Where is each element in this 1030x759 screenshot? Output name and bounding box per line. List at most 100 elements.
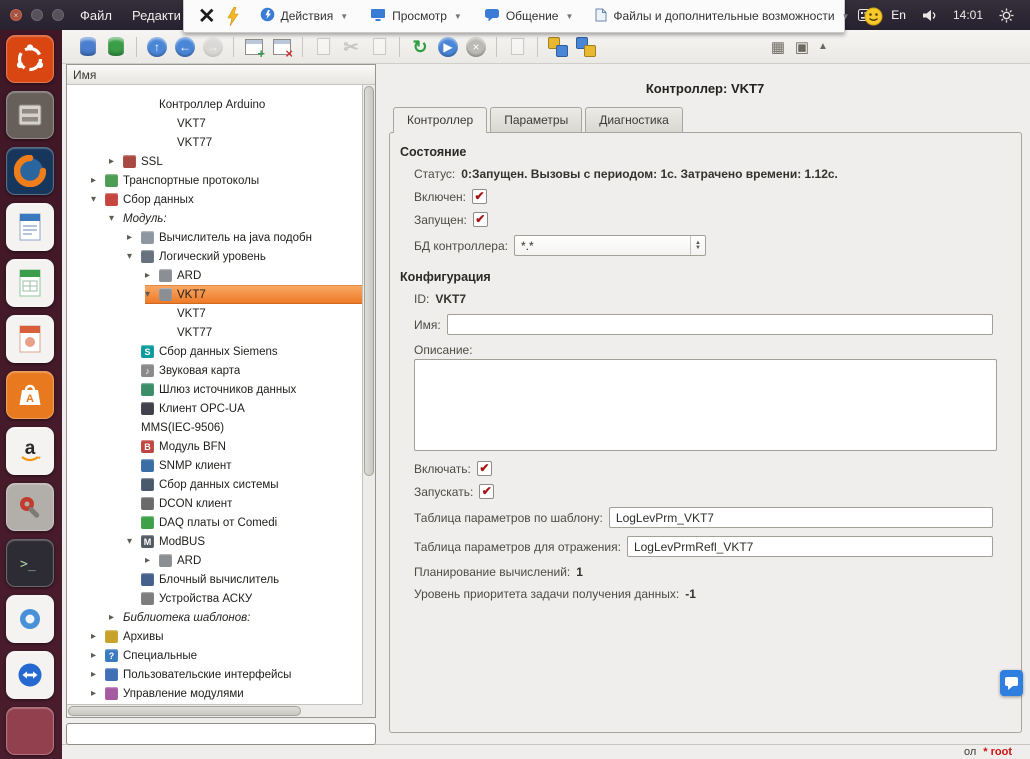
expander-open-icon[interactable]: ▾ (145, 289, 159, 300)
tree-item[interactable]: VKT77 (67, 133, 362, 152)
dock-item-files[interactable] (6, 91, 54, 139)
tree-item[interactable]: SNMP клиент (67, 456, 362, 475)
fullscreen-icon[interactable]: ▣ (792, 38, 812, 56)
tree-item[interactable]: ▾Логический уровень (67, 247, 362, 266)
window-close-icon[interactable]: × (10, 9, 22, 21)
tree-item[interactable]: Устройства АСКУ (67, 589, 362, 608)
tree-item[interactable]: VKT7 (67, 114, 362, 133)
tree-item[interactable]: ▸ARD (67, 266, 362, 285)
expander-open-icon[interactable]: ▾ (109, 213, 123, 224)
dock-item-amazon[interactable]: a (6, 427, 54, 475)
window-minimize-icon[interactable] (31, 9, 43, 21)
tab-параметры[interactable]: Параметры (490, 107, 582, 132)
tree-item[interactable]: ▾Сбор данных (67, 190, 362, 209)
tree-item[interactable]: ▸Библиотека шаблонов: (67, 608, 362, 627)
dock-item-app-partial[interactable] (6, 707, 54, 755)
to-enable-checkbox[interactable]: ✔ (477, 461, 492, 476)
tree-item[interactable]: ▸SSL (67, 152, 362, 171)
start-button[interactable]: ▶ (434, 33, 462, 61)
expander-closed-icon[interactable]: ▸ (145, 270, 159, 281)
go-back-button[interactable]: ← (171, 33, 199, 61)
to-start-checkbox[interactable]: ✔ (479, 484, 494, 499)
chat-badge-icon[interactable] (1000, 670, 1023, 696)
tv-menu-view[interactable]: Просмотр▼ (370, 8, 462, 25)
expander-closed-icon[interactable]: ▸ (109, 156, 123, 167)
dock-item-libreoffice-writer[interactable] (6, 203, 54, 251)
window-maximize-icon[interactable] (52, 9, 64, 21)
load-from-db-button[interactable] (74, 33, 102, 61)
tree-item[interactable]: ▾MModBUS (67, 532, 362, 551)
tree-item[interactable]: ▾Модуль: (67, 209, 362, 228)
tree-search-input[interactable] (66, 723, 376, 745)
expander-open-icon[interactable]: ▾ (127, 251, 141, 262)
expander-open-icon[interactable]: ▾ (91, 194, 105, 205)
tree-item[interactable]: Клиент OPC-UA (67, 399, 362, 418)
tree-item[interactable]: VKT77 (67, 323, 362, 342)
tree-item[interactable]: VKT7 (67, 304, 362, 323)
tree-item[interactable]: ▸ARD (67, 551, 362, 570)
tree-item[interactable]: ▾VKT7 (67, 285, 362, 304)
delete-item-button[interactable]: × (268, 33, 296, 61)
tab-контроллер[interactable]: Контроллер (393, 107, 487, 133)
dock-item-firefox[interactable] (6, 147, 54, 195)
language-indicator[interactable]: En (891, 8, 906, 22)
dock-item-browser[interactable] (6, 595, 54, 643)
expander-closed-icon[interactable]: ▸ (91, 669, 105, 680)
expander-closed-icon[interactable]: ▸ (91, 650, 105, 661)
expander-closed-icon[interactable]: ▸ (109, 612, 123, 623)
stop-button[interactable]: × (462, 33, 490, 61)
clock[interactable]: 14:01 (953, 8, 983, 22)
tree-item[interactable]: ▸?Специальные (67, 646, 362, 665)
tree-item[interactable]: ▸Управление модулями (67, 684, 362, 703)
reflection-table-input[interactable] (627, 536, 993, 557)
menu-edit[interactable]: Редакти (132, 8, 181, 23)
tree-vertical-scrollbar[interactable] (362, 85, 375, 704)
dock-item-terminal[interactable]: >_ (6, 539, 54, 587)
dock-item-teamviewer[interactable] (6, 651, 54, 699)
tree-item[interactable]: ♪Звуковая карта (67, 361, 362, 380)
expander-closed-icon[interactable]: ▸ (91, 688, 105, 699)
tv-menu-files-extras[interactable]: Файлы и дополнительные возможности▼ (595, 8, 849, 25)
save-to-db-button[interactable] (102, 33, 130, 61)
add-item-button[interactable]: + (240, 33, 268, 61)
collapse-toolbar-icon[interactable]: ▲ (816, 41, 830, 52)
status-user[interactable]: * root (983, 746, 1012, 758)
dock-item-ubuntu-software[interactable]: A (6, 371, 54, 419)
running-checkbox[interactable]: ✔ (473, 212, 488, 227)
tree-header[interactable]: Имя (67, 65, 375, 85)
smiley-feedback-icon[interactable] (864, 7, 883, 26)
tree-item[interactable]: ▸Архивы (67, 627, 362, 646)
dock-item-libreoffice-calc[interactable] (6, 259, 54, 307)
tab-диагностика[interactable]: Диагностика (585, 107, 683, 132)
description-textarea[interactable] (414, 359, 997, 451)
tree-item[interactable]: Блочный вычислитель (67, 570, 362, 589)
tree-item[interactable]: ▸Пользовательские интерфейсы (67, 665, 362, 684)
tree-item[interactable]: Контроллер Arduino (67, 95, 362, 114)
session-gear-icon[interactable] (999, 8, 1014, 23)
controller-db-combobox[interactable]: *.* ▲▼ (514, 235, 706, 256)
dock-item-libreoffice-impress[interactable] (6, 315, 54, 363)
enabled-checkbox[interactable]: ✔ (472, 189, 487, 204)
dock-item-ubuntu-launcher[interactable] (6, 35, 54, 83)
name-input[interactable] (447, 314, 993, 335)
spinner-arrows-icon[interactable]: ▲▼ (690, 236, 705, 255)
help-button[interactable] (572, 33, 600, 61)
template-table-input[interactable] (609, 507, 993, 528)
module-tools-button[interactable] (544, 33, 572, 61)
tree-item[interactable]: SСбор данных Siemens (67, 342, 362, 361)
tree-item[interactable]: Шлюз источников данных (67, 380, 362, 399)
menu-file[interactable]: Файл (80, 8, 112, 23)
tree-item[interactable]: BМодуль BFN (67, 437, 362, 456)
grid-columns-icon[interactable]: ▦ (768, 38, 788, 56)
tree-item[interactable]: ▸Транспортные протоколы (67, 171, 362, 190)
expander-closed-icon[interactable]: ▸ (91, 175, 105, 186)
tv-menu-communicate[interactable]: Общение▼ (484, 8, 574, 25)
tree-item[interactable]: DCON клиент (67, 494, 362, 513)
expander-closed-icon[interactable]: ▸ (91, 631, 105, 642)
tree-item[interactable]: MMS(IEC-9506) (67, 418, 362, 437)
go-up-button[interactable]: ↑ (143, 33, 171, 61)
tree-horizontal-scrollbar[interactable] (67, 704, 362, 717)
session-close-icon[interactable]: ✕ (198, 6, 216, 27)
tree-item[interactable]: ▸Вычислитель на java подобн (67, 228, 362, 247)
tree-item[interactable]: Сбор данных системы (67, 475, 362, 494)
